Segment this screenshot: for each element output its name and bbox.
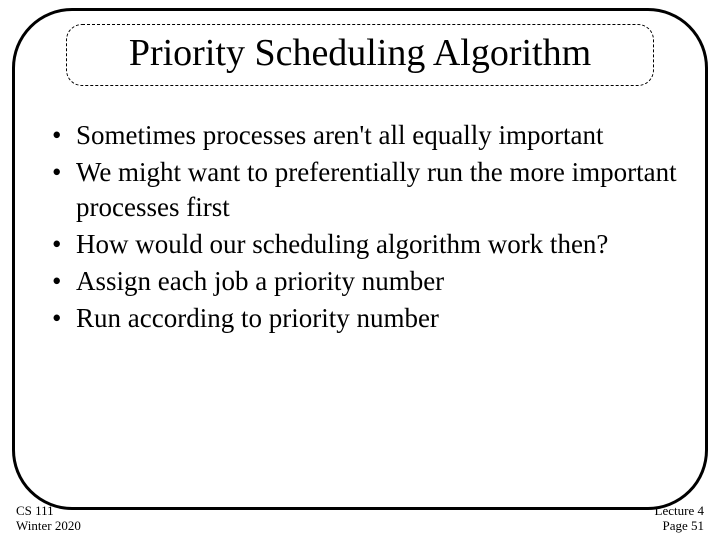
term-label: Winter 2020: [16, 518, 81, 534]
lecture-number: Lecture 4: [655, 503, 704, 519]
footer-left: CS 111 Winter 2020: [16, 503, 81, 534]
course-code: CS 111: [16, 503, 81, 519]
list-item: We might want to preferentially run the …: [48, 155, 680, 225]
title-box: Priority Scheduling Algorithm: [66, 24, 654, 86]
slide-title: Priority Scheduling Algorithm: [77, 31, 643, 75]
bullet-list: Sometimes processes aren't all equally i…: [48, 118, 680, 339]
list-item: Assign each job a priority number: [48, 264, 680, 299]
list-item: How would our scheduling algorithm work …: [48, 227, 680, 262]
list-item: Run according to priority number: [48, 301, 680, 336]
footer-right: Lecture 4 Page 51: [655, 503, 704, 534]
page-number: Page 51: [655, 518, 704, 534]
list-item: Sometimes processes aren't all equally i…: [48, 118, 680, 153]
